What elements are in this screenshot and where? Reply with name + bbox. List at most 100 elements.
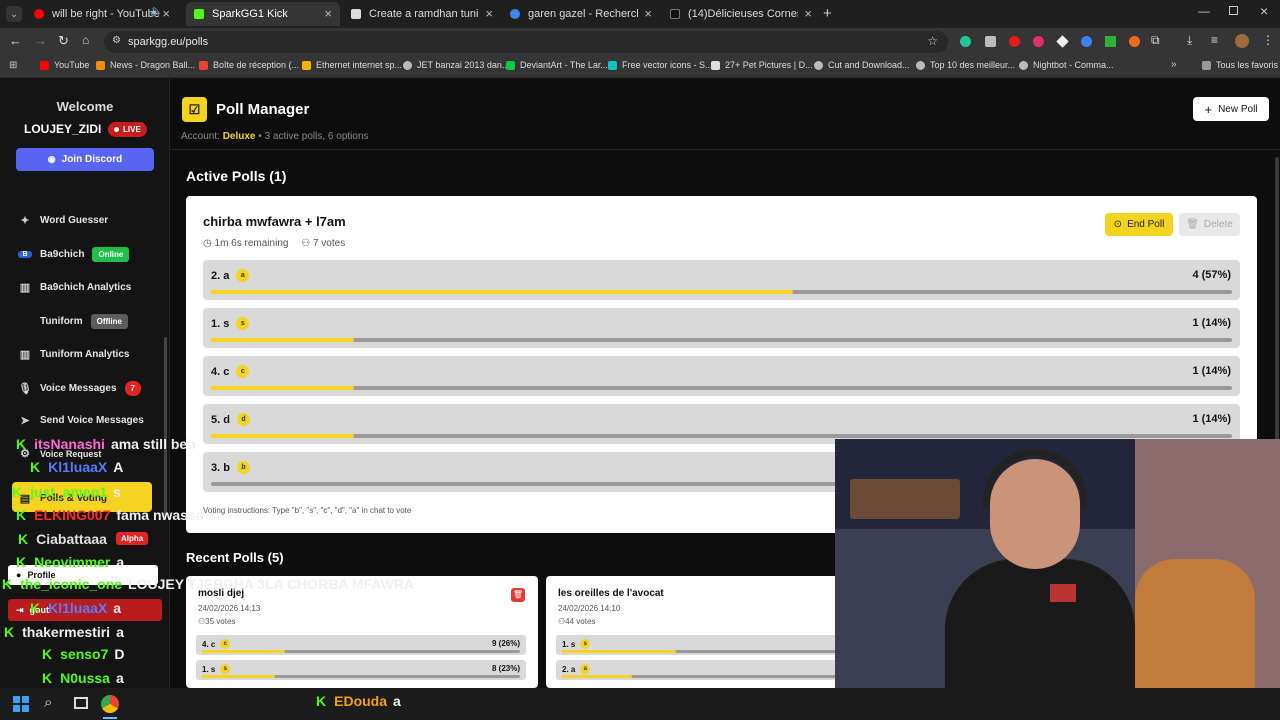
site-info-icon[interactable]: ⚙	[112, 35, 121, 46]
extension-icon[interactable]	[1009, 36, 1020, 47]
bookmark-label: Tous les favoris	[1216, 60, 1279, 70]
bookmark-item[interactable]: 27+ Pet Pictures | D...	[711, 60, 813, 70]
extension-icon[interactable]	[1105, 36, 1116, 47]
bookmark-label: Top 10 des meilleur...	[930, 60, 1016, 70]
kick-icon: K	[16, 507, 27, 523]
sidebar-item-ba9chich[interactable]: B Ba9chich Online	[18, 247, 130, 262]
extension-icon[interactable]	[985, 36, 996, 47]
reading-list-icon[interactable]: ≡	[1211, 33, 1218, 47]
chat-username: senso7	[60, 646, 109, 662]
end-poll-button[interactable]: ⊙ End Poll	[1105, 213, 1173, 236]
bookmark-item[interactable]: Cut and Download...	[814, 60, 910, 70]
close-icon[interactable]: ×	[644, 6, 652, 21]
close-icon[interactable]: ×	[804, 6, 812, 21]
progress-fill	[211, 290, 793, 294]
browser-menu-icon[interactable]: ⋮	[1262, 33, 1274, 47]
close-icon[interactable]: ×	[485, 6, 493, 21]
windows-start-icon[interactable]	[13, 696, 29, 712]
sidebar-scrollbar[interactable]	[164, 337, 167, 517]
bookmark-item[interactable]: DeviantArt - The Lar...	[506, 60, 608, 70]
tab-tiktok[interactable]: (14)Délicieuses Cornes de Gaze ×	[662, 2, 820, 26]
minimize-icon[interactable]: —	[1198, 4, 1210, 18]
more-bookmarks-icon[interactable]: »	[1171, 59, 1177, 70]
extension-icons	[960, 35, 1140, 48]
bookmark-item[interactable]: Boîte de réception (...	[199, 60, 299, 70]
reload-icon[interactable]: ↻	[58, 33, 69, 49]
forward-icon[interactable]: →	[34, 33, 47, 48]
sidebar-item-label: Ba9chich	[40, 249, 85, 260]
window-close-icon[interactable]: ×	[1260, 3, 1268, 19]
back-icon[interactable]: ←	[9, 33, 22, 48]
taskbar: ⌕	[0, 688, 1280, 720]
google-icon	[510, 9, 520, 19]
address-bar[interactable]: ⚙ sparkgg.eu/polls ☆	[104, 31, 948, 53]
tab-title: will be right - YouTube	[52, 8, 160, 20]
apps-icon[interactable]: ⊞	[9, 60, 17, 71]
extension-icon[interactable]	[960, 36, 971, 47]
tab-kick[interactable]: SparkGG1 Kick ×	[186, 2, 340, 26]
speaker-icon[interactable]: 🔈	[150, 6, 162, 17]
extension-icon[interactable]	[1081, 36, 1092, 47]
delete-poll-button[interactable]: 🗑 Delete	[1179, 213, 1240, 236]
kick-icon: K	[316, 693, 327, 709]
recent-option-label: 1. s s	[202, 664, 231, 674]
bookmark-item[interactable]: Free vector icons - S...	[608, 60, 713, 70]
delete-recent-poll-button[interactable]: 🗑	[511, 588, 525, 602]
extension-icon[interactable]	[1033, 36, 1044, 47]
extensions-puzzle-icon[interactable]: ⧉	[1151, 33, 1160, 48]
bookmark-item[interactable]: Ethernet internet sp...	[302, 60, 402, 70]
bookmark-label: Ethernet internet sp...	[316, 60, 403, 70]
sidebar-item-ba9chich-analytics[interactable]: ▥ Ba9chich Analytics	[18, 281, 132, 294]
bookmark-label: Boîte de réception (...	[213, 60, 300, 70]
extension-icon[interactable]	[1056, 35, 1069, 48]
new-poll-button[interactable]: + New Poll	[1193, 97, 1269, 121]
sidebar-item-voice-messages[interactable]: 🎙 Voice Messages 7	[18, 381, 141, 396]
chat-message: K Ciabattaaa	[18, 531, 113, 547]
bookmark-label: YouTube	[54, 60, 90, 70]
bookmark-item[interactable]: YouTube	[40, 60, 89, 70]
all-bookmarks[interactable]: Tous les favoris	[1202, 60, 1278, 70]
bookmark-item[interactable]: Nightbot - Comma...	[1019, 60, 1114, 70]
bookmark-item[interactable]: Top 10 des meilleur...	[916, 60, 1015, 70]
chat-message: Kthakermestiri a	[4, 624, 124, 640]
welcome-text: Welcome	[56, 99, 114, 114]
search-icon[interactable]: ⌕	[44, 694, 52, 711]
deviantart-icon	[506, 60, 515, 70]
close-icon[interactable]: ×	[162, 6, 170, 21]
bookmark-label: 27+ Pet Pictures | D...	[725, 60, 813, 70]
recent-poll-title: les oreilles de l'avocat	[558, 588, 664, 599]
profile-avatar[interactable]	[1235, 34, 1249, 48]
maximize-icon[interactable]	[1229, 6, 1238, 15]
tab-youtube[interactable]: will be right - YouTube 🔈 ×	[26, 2, 178, 26]
download-icon[interactable]: ⤓	[1187, 33, 1192, 48]
sidebar-item-word-guesser[interactable]: ✦ Word Guesser	[18, 214, 108, 227]
task-view-icon[interactable]	[74, 697, 88, 709]
extension-icon[interactable]	[1129, 36, 1140, 47]
account-summary: 3 active polls, 6 options	[264, 131, 369, 142]
new-tab-button[interactable]: +	[823, 5, 832, 22]
tab-ramdhan[interactable]: Create a ramdhan tunisian foo ×	[343, 2, 501, 26]
sidebar-item-tuniform-analytics[interactable]: ▥ Tuniform Analytics	[18, 348, 130, 361]
chrome-taskbar-icon[interactable]	[101, 695, 119, 713]
chat-username: ELKING007	[34, 507, 111, 523]
alpha-label: Alpha	[121, 534, 144, 543]
home-icon[interactable]: ⌂	[82, 33, 89, 47]
chat-text: a	[116, 624, 124, 640]
sidebar-item-send-voice-messages[interactable]: ➤ Send Voice Messages	[18, 414, 143, 427]
option-text: 3. b	[211, 461, 230, 474]
tab-google[interactable]: garen gazel - Recherche Googl ×	[502, 2, 660, 26]
tab-search-button[interactable]: ⌄	[6, 6, 22, 22]
progress-fill	[202, 650, 285, 653]
bookmark-item[interactable]: News - Dragon Ball...	[96, 60, 195, 70]
sidebar-item-tuniform[interactable]: Tuniform Offline	[18, 314, 128, 329]
close-icon[interactable]: ×	[324, 6, 332, 21]
poll-option-row: 4. c c 1 (14%)	[203, 356, 1240, 396]
bookmark-item[interactable]: JET banzai 2013 dan...	[403, 60, 509, 70]
option-text: 4. c	[202, 639, 216, 649]
sidebar-item-label: Tuniform Analytics	[40, 349, 130, 360]
join-discord-button[interactable]: ◉ Join Discord	[16, 148, 154, 171]
bookmark-star-icon[interactable]: ☆	[927, 34, 938, 48]
chat-username: the_iconic_one	[20, 576, 123, 592]
progress-track	[211, 386, 1232, 390]
recent-option-row: 1. s s 8 (23%)	[196, 660, 526, 680]
